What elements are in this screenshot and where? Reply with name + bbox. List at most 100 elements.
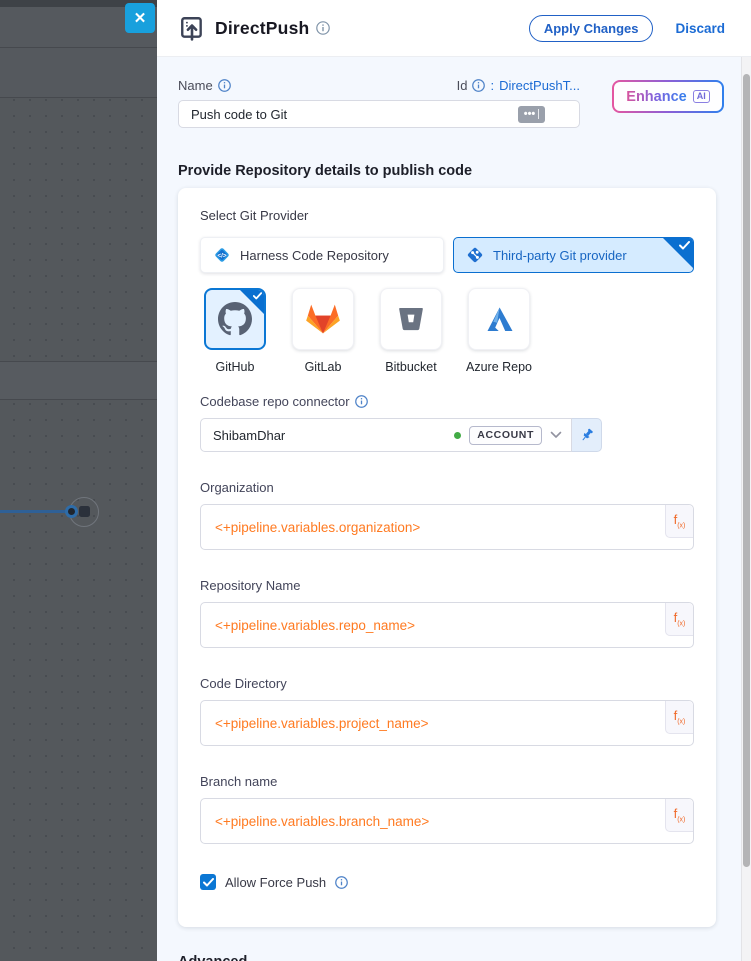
stop-square-icon (79, 506, 90, 517)
chevron-down-icon[interactable] (550, 431, 562, 439)
organization-fx-button[interactable]: f(x) (665, 505, 693, 538)
scrollbar-thumb[interactable] (743, 74, 750, 867)
repo-section-heading: Provide Repository details to publish co… (178, 163, 716, 179)
svg-text:</>: </> (217, 253, 227, 260)
gitlab-tile[interactable] (292, 288, 354, 350)
branch-name-fx-button[interactable]: f(x) (665, 799, 693, 832)
direct-push-step-icon (179, 15, 205, 41)
step-title: DirectPush (215, 18, 309, 39)
github-check-icon (253, 292, 262, 300)
name-label: Name (178, 78, 213, 93)
apply-changes-button[interactable]: Apply Changes (529, 15, 654, 42)
drawer-body: Name Id : DirectPushT... Push code to Gi… (157, 58, 741, 961)
advanced-section-heading: Advanced (178, 954, 716, 961)
organization-value: <+pipeline.variables.organization> (215, 520, 420, 535)
enhance-ai-button[interactable]: Enhance AI (612, 80, 724, 113)
gitlab-icon (306, 303, 340, 335)
code-directory-label: Code Directory (200, 676, 694, 691)
ellipsis-icon: ••• (524, 108, 536, 120)
pipeline-edge-line (0, 510, 71, 513)
azure-repo-label: Azure Repo (466, 360, 532, 374)
text-caret (538, 109, 539, 119)
third-party-git-label: Third-party Git provider (493, 248, 627, 263)
name-label-row: Name (178, 78, 231, 93)
branch-name-value: <+pipeline.variables.branch_name> (215, 814, 429, 829)
name-info-icon[interactable] (218, 79, 231, 92)
branch-name-input[interactable]: <+pipeline.variables.branch_name> f(x) (200, 798, 694, 844)
id-label: Id (457, 78, 468, 93)
code-directory-value: <+pipeline.variables.project_name> (215, 716, 429, 731)
name-input[interactable]: Push code to Git ••• (178, 100, 580, 128)
connector-input[interactable]: ShibamDhar ACCOUNT (200, 418, 572, 452)
connector-info-icon[interactable] (355, 395, 368, 408)
repository-name-label: Repository Name (200, 578, 694, 593)
connector-label: Codebase repo connector (200, 394, 350, 409)
git-provider-type-cards: </> Harness Code Repository Third-party … (200, 237, 694, 273)
pipeline-node-port (65, 505, 78, 518)
ai-badge-icon: AI (693, 90, 710, 103)
close-drawer-button[interactable]: ✕ (125, 3, 155, 33)
pipeline-canvas-overlay (0, 0, 157, 961)
connector-label-row: Codebase repo connector (200, 394, 694, 409)
code-directory-fx-button[interactable]: f(x) (665, 701, 693, 734)
fx-icon: f(x) (674, 806, 686, 824)
harness-code-repo-label: Harness Code Repository (240, 248, 389, 263)
discard-button[interactable]: Discard (675, 21, 725, 36)
id-info-icon[interactable] (472, 79, 485, 92)
provider-gitlab: GitLab (292, 288, 354, 374)
repository-name-value: <+pipeline.variables.repo_name> (215, 618, 415, 633)
azure-repo-icon (484, 304, 514, 334)
bitbucket-icon (396, 304, 426, 334)
github-tile[interactable] (204, 288, 266, 350)
connector-status-dot (454, 432, 461, 439)
canvas-header-row (0, 48, 157, 98)
bitbucket-label: Bitbucket (385, 360, 436, 374)
repository-name-input[interactable]: <+pipeline.variables.repo_name> f(x) (200, 602, 694, 648)
repo-details-card: Select Git Provider </> Harness Code Rep… (178, 188, 716, 927)
selected-check-icon (679, 241, 690, 250)
force-push-info-icon[interactable] (335, 876, 348, 889)
pin-icon (578, 426, 596, 444)
step-id-value[interactable]: DirectPushT... (499, 78, 580, 93)
repository-name-fx-button[interactable]: f(x) (665, 603, 693, 636)
third-party-git-icon (466, 246, 484, 264)
connector-pin-button[interactable] (572, 418, 602, 452)
provider-bitbucket: Bitbucket (380, 288, 442, 374)
force-push-checkbox[interactable] (200, 874, 216, 890)
code-directory-input[interactable]: <+pipeline.variables.project_name> f(x) (200, 700, 694, 746)
id-colon: : (490, 78, 494, 93)
branch-name-label: Branch name (200, 774, 694, 789)
connector-scope-badge: ACCOUNT (469, 426, 542, 445)
azure-repo-tile[interactable] (468, 288, 530, 350)
canvas-stage-band (0, 361, 157, 400)
github-label: GitHub (216, 360, 255, 374)
step-config-drawer: DirectPush Apply Changes Discard Name Id… (157, 0, 751, 961)
harness-code-repo-card[interactable]: </> Harness Code Repository (200, 237, 444, 273)
step-id-row: Id : DirectPushT... (457, 78, 580, 93)
close-icon: ✕ (134, 9, 147, 27)
git-provider-tiles: GitHub GitLab (200, 288, 694, 374)
fx-icon: f(x) (674, 610, 686, 628)
gitlab-label: GitLab (305, 360, 342, 374)
connector-value: ShibamDhar (213, 428, 446, 443)
organization-label: Organization (200, 480, 694, 495)
organization-input[interactable]: <+pipeline.variables.organization> f(x) (200, 504, 694, 550)
drawer-header: DirectPush Apply Changes Discard (157, 0, 751, 57)
name-more-button[interactable]: ••• (518, 106, 545, 123)
select-git-provider-label: Select Git Provider (200, 208, 694, 223)
enhance-label: Enhance (626, 89, 686, 105)
force-push-label: Allow Force Push (225, 875, 326, 890)
bitbucket-tile[interactable] (380, 288, 442, 350)
title-info-icon[interactable] (316, 21, 330, 35)
force-push-row: Allow Force Push (200, 874, 694, 890)
fx-icon: f(x) (674, 708, 686, 726)
provider-github: GitHub (204, 288, 266, 374)
harness-code-icon: </> (213, 246, 231, 264)
canvas-dot-grid (0, 98, 157, 961)
checkmark-icon (203, 878, 214, 887)
third-party-git-card[interactable]: Third-party Git provider (453, 237, 694, 273)
connector-control: ShibamDhar ACCOUNT (200, 418, 602, 452)
drawer-scrollbar[interactable] (741, 57, 751, 961)
name-id-area: Name Id : DirectPushT... Push code to Gi… (178, 78, 716, 128)
name-input-value: Push code to Git (191, 107, 287, 122)
